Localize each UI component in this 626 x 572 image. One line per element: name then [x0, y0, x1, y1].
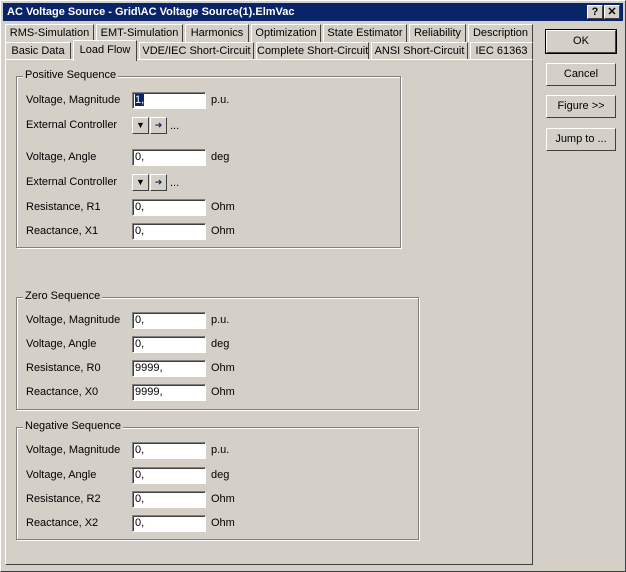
dialog-window: AC Voltage Source - Grid\AC Voltage Sour… — [0, 0, 626, 572]
pos-ext-controller-2-label: External Controller — [26, 176, 118, 188]
tab-basic-data[interactable]: Basic Data — [5, 42, 71, 60]
jump-to-button[interactable]: Jump to ... — [546, 128, 616, 151]
pos-reactance-label: Reactance, X1 — [26, 225, 99, 237]
tab-complete-short-circuit[interactable]: Complete Short-Circuit — [256, 42, 369, 60]
pos-reactance-unit: Ohm — [211, 225, 235, 237]
zero-resistance-unit: Ohm — [211, 362, 235, 374]
positive-sequence-title: Positive Sequence — [23, 69, 119, 81]
tab-iec-61363[interactable]: IEC 61363 — [470, 42, 533, 60]
pos-ext-controller-1-dropdown[interactable]: ▼ — [132, 117, 149, 134]
pos-ext-controller-2-dropdown[interactable]: ▼ — [132, 174, 149, 191]
pos-voltage-magnitude-input[interactable]: 1, — [132, 92, 206, 109]
pos-ext-controller-1-jump[interactable]: ➜ — [150, 117, 167, 134]
zero-reactance-label: Reactance, X0 — [26, 386, 99, 398]
pos-reactance-input[interactable]: 0, — [132, 223, 206, 240]
zero-reactance-unit: Ohm — [211, 386, 235, 398]
neg-voltage-angle-label: Voltage, Angle — [26, 469, 97, 481]
arrow-right-icon: ➜ — [154, 177, 163, 187]
zero-voltage-angle-input[interactable]: 0, — [132, 336, 206, 353]
zero-voltage-magnitude-label: Voltage, Magnitude — [26, 314, 121, 326]
ok-button[interactable]: OK — [545, 29, 617, 54]
zero-voltage-magnitude-input[interactable]: 0, — [132, 312, 206, 329]
tab-description[interactable]: Description — [468, 24, 533, 42]
pos-ext-controller-2-jump[interactable]: ➜ — [150, 174, 167, 191]
load-flow-panel: Positive Sequence Voltage, Magnitude 1, … — [5, 59, 533, 565]
neg-resistance-unit: Ohm — [211, 493, 235, 505]
cancel-button[interactable]: Cancel — [546, 63, 616, 86]
neg-reactance-unit: Ohm — [211, 517, 235, 529]
triangle-down-icon: ▼ — [136, 177, 145, 187]
tab-load-flow[interactable]: Load Flow — [73, 40, 137, 61]
neg-voltage-angle-unit: deg — [211, 469, 230, 481]
tab-vde-iec-short-circuit[interactable]: VDE/IEC Short-Circuit — [139, 42, 254, 60]
pos-resistance-unit: Ohm — [211, 201, 235, 213]
zero-sequence-title: Zero Sequence — [23, 290, 103, 302]
neg-reactance-label: Reactance, X2 — [26, 517, 99, 529]
neg-resistance-label: Resistance, R2 — [26, 493, 101, 505]
pos-voltage-angle-input[interactable]: 0, — [132, 149, 206, 166]
positive-sequence-group: Positive Sequence Voltage, Magnitude 1, … — [16, 69, 401, 248]
neg-reactance-input[interactable]: 0, — [132, 515, 206, 532]
triangle-down-icon: ▼ — [136, 120, 145, 130]
zero-voltage-angle-label: Voltage, Angle — [26, 338, 97, 350]
tab-ansi-short-circuit[interactable]: ANSI Short-Circuit — [371, 42, 468, 60]
pos-ext-controller-1-dots[interactable]: ... — [170, 120, 179, 132]
tab-harmonics[interactable]: Harmonics — [185, 24, 249, 42]
neg-voltage-magnitude-input[interactable]: 0, — [132, 442, 206, 459]
title-bar: AC Voltage Source - Grid\AC Voltage Sour… — [3, 3, 623, 21]
help-button[interactable]: ? — [587, 5, 603, 19]
zero-resistance-label: Resistance, R0 — [26, 362, 101, 374]
pos-voltage-magnitude-unit: p.u. — [211, 94, 230, 106]
negative-sequence-title: Negative Sequence — [23, 420, 124, 432]
zero-sequence-group: Zero Sequence Voltage, Magnitude 0, p.u.… — [16, 290, 419, 410]
neg-voltage-magnitude-unit: p.u. — [211, 444, 230, 456]
zero-voltage-magnitude-unit: p.u. — [211, 314, 230, 326]
zero-resistance-input[interactable]: 9999, — [132, 360, 206, 377]
neg-resistance-input[interactable]: 0, — [132, 491, 206, 508]
pos-resistance-input[interactable]: 0, — [132, 199, 206, 216]
zero-voltage-angle-unit: deg — [211, 338, 230, 350]
figure-button[interactable]: Figure >> — [546, 95, 616, 118]
window-title: AC Voltage Source - Grid\AC Voltage Sour… — [7, 6, 295, 18]
pos-ext-controller-1-label: External Controller — [26, 119, 118, 131]
pos-resistance-label: Resistance, R1 — [26, 201, 101, 213]
tab-state-estimator[interactable]: State Estimator — [323, 24, 407, 42]
tab-optimization[interactable]: Optimization — [251, 24, 321, 42]
pos-voltage-angle-unit: deg — [211, 151, 230, 163]
zero-reactance-input[interactable]: 9999, — [132, 384, 206, 401]
arrow-right-icon: ➜ — [154, 120, 163, 130]
neg-voltage-magnitude-label: Voltage, Magnitude — [26, 444, 121, 456]
negative-sequence-group: Negative Sequence Voltage, Magnitude 0, … — [16, 420, 419, 540]
tab-reliability[interactable]: Reliability — [409, 24, 466, 42]
pos-voltage-magnitude-label: Voltage, Magnitude — [26, 94, 121, 106]
neg-voltage-angle-input[interactable]: 0, — [132, 467, 206, 484]
pos-voltage-angle-label: Voltage, Angle — [26, 151, 97, 163]
pos-ext-controller-2-dots[interactable]: ... — [170, 177, 179, 189]
close-button[interactable]: ✕ — [604, 5, 620, 19]
